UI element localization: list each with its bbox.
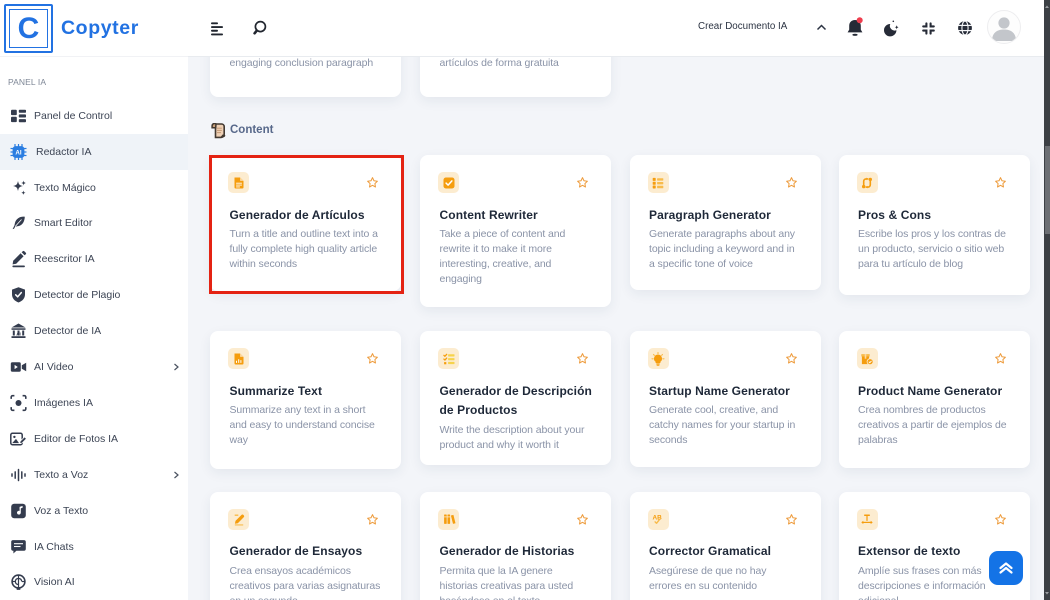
- svg-text:AB: AB: [653, 515, 663, 522]
- svg-text:AI: AI: [15, 149, 21, 156]
- svg-text:AI: AI: [16, 332, 21, 337]
